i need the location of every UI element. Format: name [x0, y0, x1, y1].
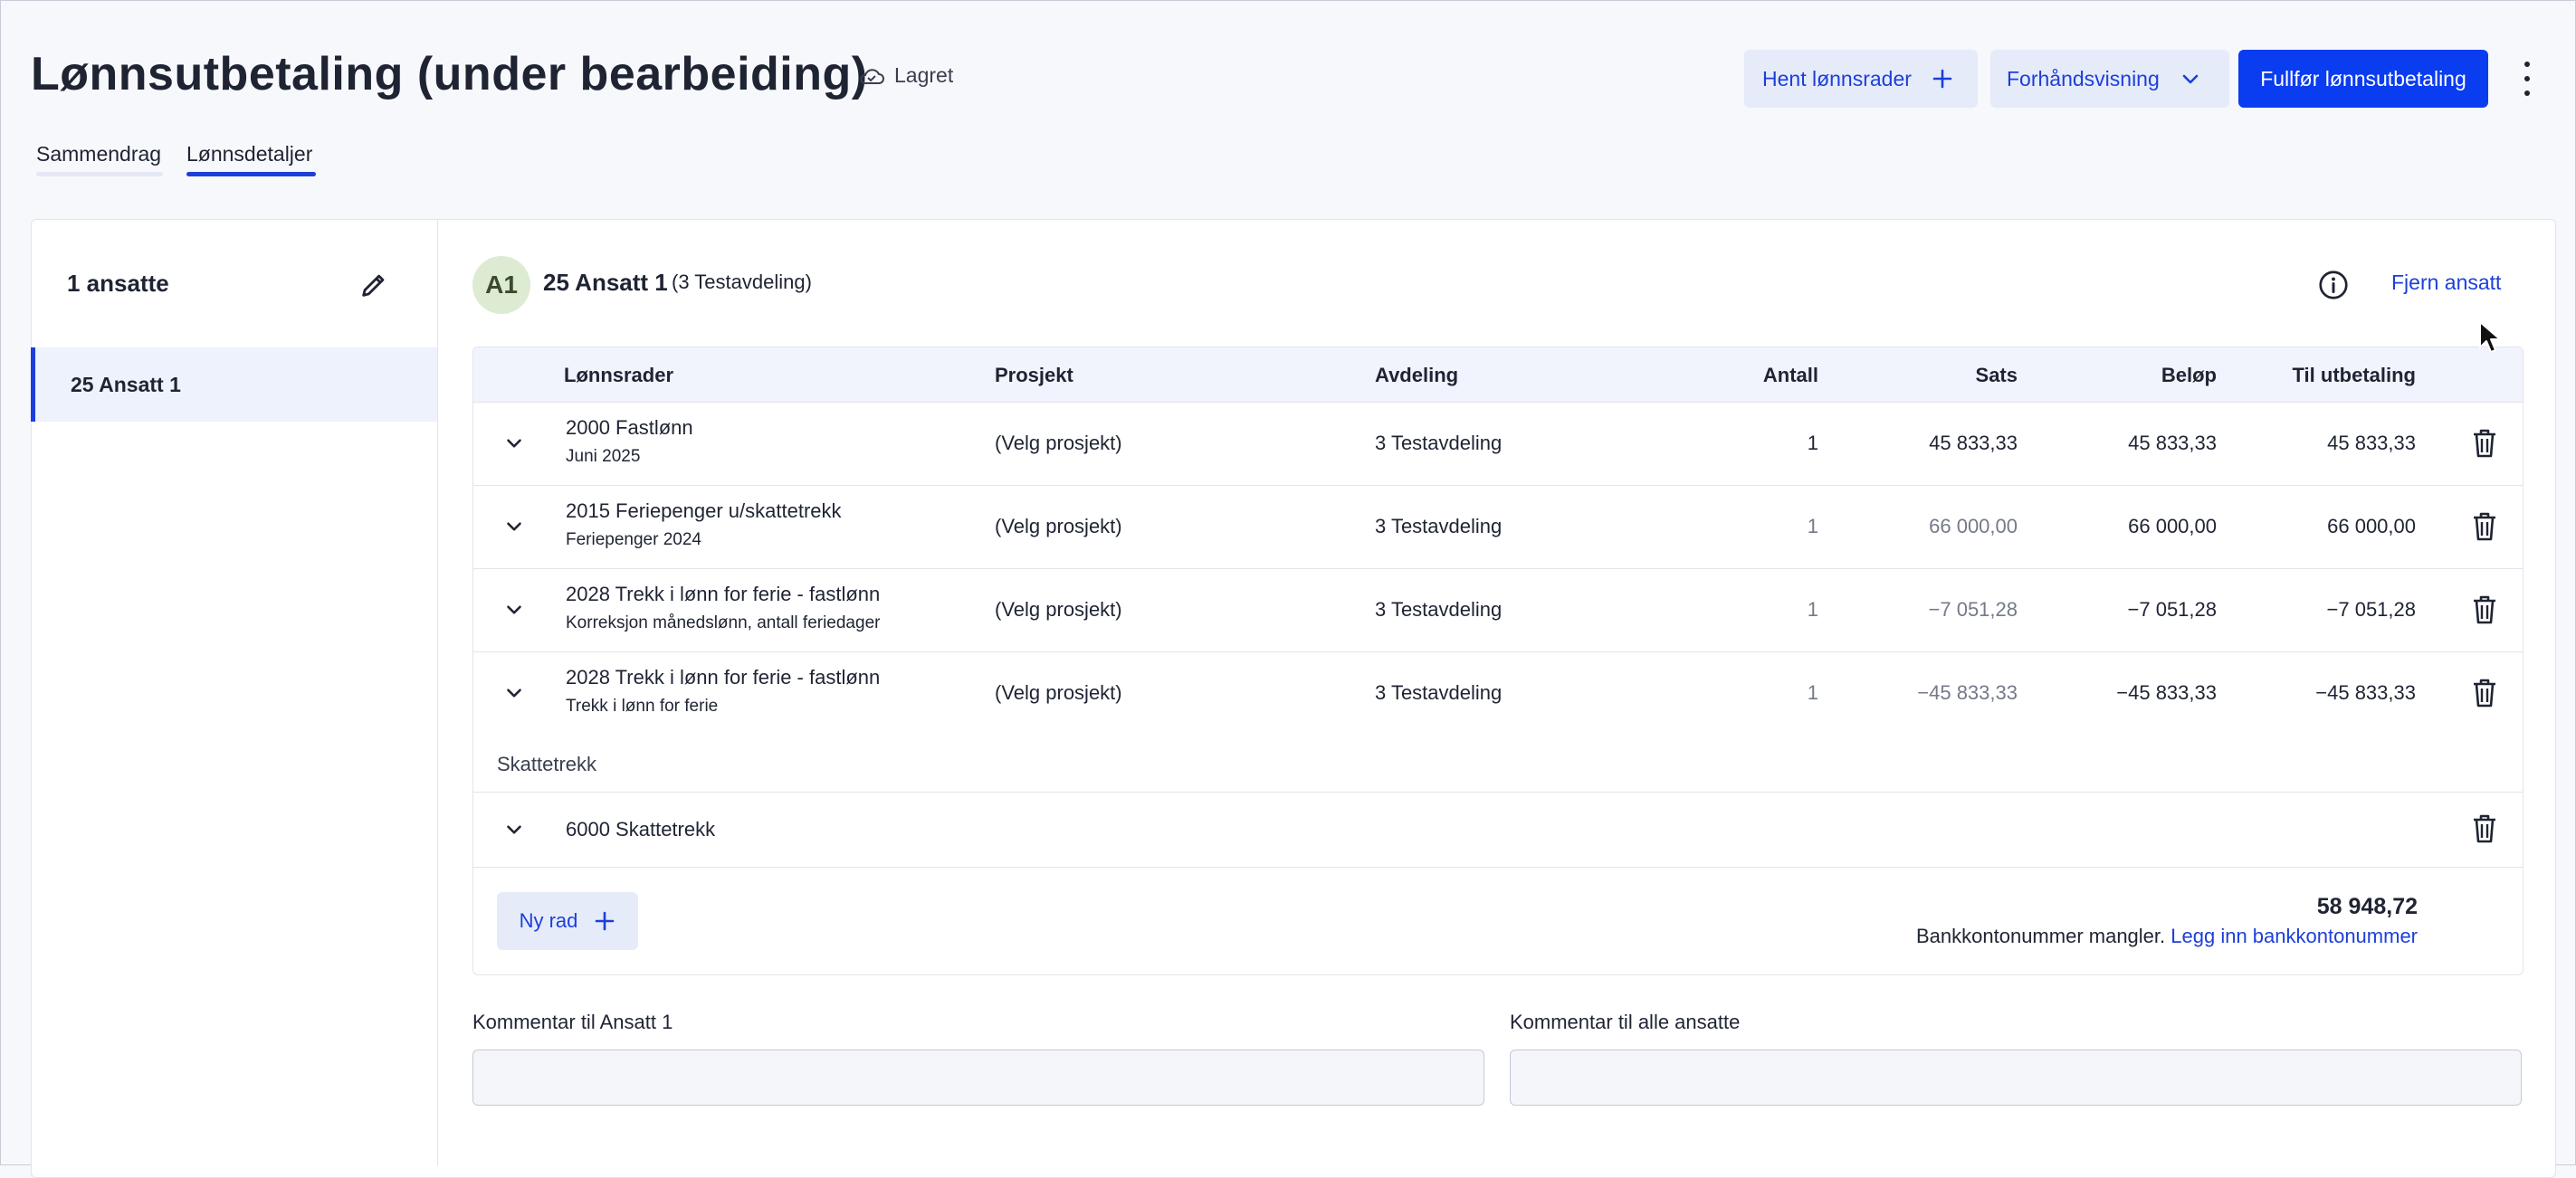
- more-vertical-icon[interactable]: [2515, 62, 2539, 96]
- table-row: 2028 Trekk i lønn for ferie - fastlønn K…: [473, 568, 2523, 652]
- tab-summary[interactable]: Sammendrag: [36, 142, 161, 166]
- tab-salary-details[interactable]: Lønnsdetaljer: [186, 142, 312, 166]
- row-name: 2028 Trekk i lønn for ferie - fastlønn: [566, 583, 881, 605]
- employee-comment-label: Kommentar til Ansatt 1: [472, 1011, 673, 1033]
- quantity-field[interactable]: 1: [1808, 432, 1818, 455]
- row-name: 2028 Trekk i lønn for ferie - fastlønn: [566, 666, 881, 689]
- table-row: 2028 Trekk i lønn for ferie - fastlønn T…: [473, 651, 2523, 736]
- row-subtitle: Feriepenger 2024: [566, 530, 701, 549]
- employee-department: (3 Testavdeling): [672, 271, 812, 293]
- trash-icon[interactable]: [2472, 814, 2497, 843]
- amount-value: 66 000,00: [2128, 515, 2217, 537]
- header-quantity: Antall: [1762, 364, 1818, 386]
- all-comment-label: Kommentar til alle ansatte: [1510, 1011, 1741, 1033]
- employee-name: 25 Ansatt 1: [543, 269, 668, 296]
- rate-value: −45 833,33: [1917, 681, 2018, 704]
- plus-icon: [596, 911, 615, 931]
- payout-value: −45 833,33: [2315, 681, 2416, 704]
- trash-icon[interactable]: [2472, 679, 2497, 708]
- chevron-down-icon[interactable]: [502, 598, 526, 622]
- amount-value: −7 051,28: [2127, 598, 2217, 621]
- preview-label: Forhåndsvisning: [2007, 66, 2160, 90]
- table-row: 6000 Skattetrekk: [473, 793, 2523, 868]
- rate-field[interactable]: 45 833,33: [1929, 432, 2018, 455]
- trash-icon[interactable]: [2472, 429, 2497, 458]
- payout-value: 66 000,00: [2327, 515, 2416, 537]
- amount-value: −45 833,33: [2116, 681, 2217, 704]
- info-icon[interactable]: [2317, 269, 2350, 306]
- tab-summary-underline: [36, 172, 163, 176]
- row-name: 2000 Fastlønn: [566, 416, 693, 439]
- payout-value: −7 051,28: [2326, 598, 2416, 621]
- tax-section-heading: Skattetrekk: [473, 735, 2523, 793]
- cursor-icon: [2479, 321, 2501, 353]
- fetch-rows-label: Hent lønnsrader: [1762, 66, 1912, 90]
- quantity-value: 1: [1807, 598, 1818, 621]
- sidebar-item-label: 25 Ansatt 1: [71, 373, 181, 396]
- section-label: Skattetrekk: [497, 753, 597, 775]
- header-department: Avdeling: [1375, 364, 1459, 386]
- new-row-label: Ny rad: [519, 909, 578, 932]
- remove-employee-link[interactable]: Fjern ansatt: [2391, 271, 2501, 295]
- quantity-value: 1: [1807, 515, 1818, 537]
- payout-value: 45 833,33: [2327, 432, 2416, 454]
- department-select[interactable]: 3 Testavdeling: [1375, 515, 1502, 538]
- sidebar-item-employee[interactable]: 25 Ansatt 1: [31, 347, 437, 422]
- chevron-down-icon[interactable]: [502, 818, 526, 841]
- department-select[interactable]: 3 Testavdeling: [1375, 432, 1502, 455]
- complete-payroll-button[interactable]: Fullfør lønnsutbetaling: [2238, 50, 2488, 108]
- sidebar-divider: [437, 219, 438, 1165]
- new-row-button[interactable]: Ny rad: [497, 892, 638, 950]
- cloud-check-icon: [860, 68, 884, 84]
- department-select[interactable]: 3 Testavdeling: [1375, 598, 1502, 622]
- chevron-down-icon[interactable]: [502, 432, 526, 455]
- chevron-down-icon[interactable]: [502, 681, 526, 705]
- trash-icon[interactable]: [2472, 512, 2497, 541]
- trash-icon[interactable]: [2472, 595, 2497, 624]
- project-select[interactable]: (Velg prosjekt): [995, 432, 1122, 455]
- bank-account-warning: Bankkontonummer mangler. Legg inn bankko…: [1916, 925, 2418, 948]
- header-amount: Beløp: [2161, 364, 2217, 386]
- project-select[interactable]: (Velg prosjekt): [995, 515, 1122, 538]
- fetch-rows-button[interactable]: Hent lønnsrader: [1744, 50, 1978, 108]
- sidebar-title: 1 ansatte: [67, 270, 169, 297]
- page-title: Lønnsutbetaling (under bearbeiding): [31, 48, 868, 100]
- row-subtitle: Juni 2025: [566, 447, 641, 466]
- tab-active-indicator: [186, 172, 316, 176]
- header-payout: Til utbetaling: [2292, 364, 2416, 386]
- project-select[interactable]: (Velg prosjekt): [995, 681, 1122, 705]
- preview-dropdown-button[interactable]: Forhåndsvisning: [1990, 50, 2229, 108]
- chevron-down-icon: [2182, 74, 2199, 84]
- amount-value: 45 833,33: [2128, 432, 2217, 454]
- employee-comment-field[interactable]: [472, 1050, 1484, 1106]
- table-header: Lønnsrader Prosjekt Avdeling Antall Sats…: [473, 347, 2523, 403]
- row-subtitle: Korreksjon månedslønn, antall feriedager: [566, 613, 881, 632]
- chevron-down-icon[interactable]: [502, 515, 526, 538]
- pencil-icon[interactable]: [358, 270, 389, 305]
- row-subtitle: Trekk i lønn for ferie: [566, 697, 719, 716]
- department-select[interactable]: 3 Testavdeling: [1375, 681, 1502, 705]
- saved-status: Lagret: [858, 63, 953, 88]
- quantity-value: 1: [1807, 681, 1818, 704]
- complete-payroll-label: Fullfør lønnsutbetaling: [2260, 66, 2466, 90]
- add-bank-account-link[interactable]: Legg inn bankkontonummer: [2171, 925, 2418, 947]
- bank-missing-text: Bankkontonummer mangler.: [1916, 925, 2166, 947]
- all-comment-field[interactable]: [1510, 1050, 2522, 1106]
- rate-value: −7 051,28: [1928, 598, 2018, 621]
- header-lines: Lønnsrader: [564, 364, 674, 386]
- plus-icon: [1932, 69, 1952, 89]
- row-name: 6000 Skattetrekk: [566, 818, 716, 841]
- avatar: A1: [472, 256, 530, 314]
- total-payout: 58 948,72: [2316, 894, 2418, 919]
- rate-value: 66 000,00: [1929, 515, 2018, 537]
- header-rate: Sats: [1975, 364, 2018, 386]
- project-select[interactable]: (Velg prosjekt): [995, 598, 1122, 622]
- table-row: 2015 Feriepenger u/skattetrekk Feriepeng…: [473, 485, 2523, 569]
- salary-lines-table: Lønnsrader Prosjekt Avdeling Antall Sats…: [472, 347, 2524, 975]
- row-name: 2015 Feriepenger u/skattetrekk: [566, 499, 842, 522]
- header-project: Prosjekt: [995, 364, 1073, 386]
- table-row: 2000 Fastlønn Juni 2025 (Velg prosjekt) …: [473, 402, 2523, 486]
- saved-label: Lagret: [894, 63, 954, 87]
